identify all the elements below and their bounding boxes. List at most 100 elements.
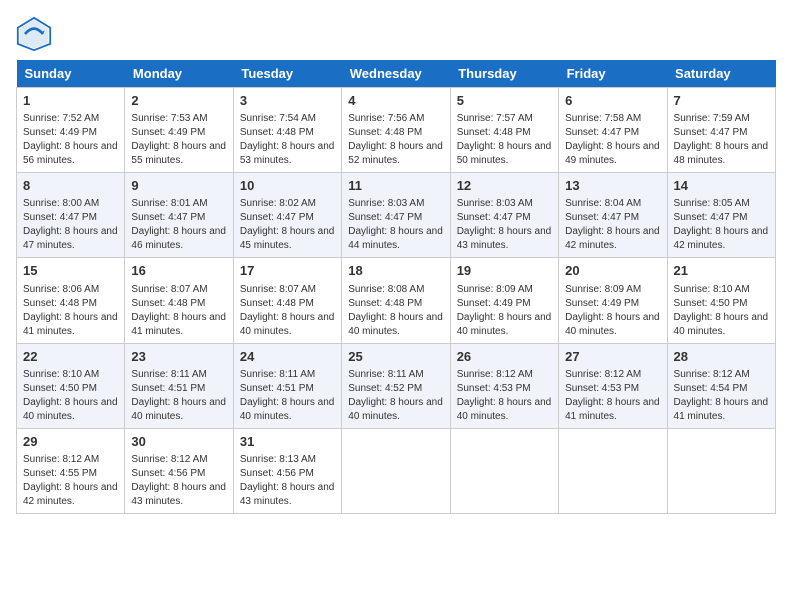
sunrise-text: Sunrise: 8:12 AM: [23, 453, 118, 467]
day-number: 31: [240, 433, 335, 451]
day-number: 7: [674, 92, 769, 110]
sunset-text: Sunset: 4:49 PM: [565, 297, 660, 311]
day-number: 22: [23, 348, 118, 366]
day-number: 27: [565, 348, 660, 366]
sunset-text: Sunset: 4:56 PM: [131, 467, 226, 481]
day-number: 28: [674, 348, 769, 366]
logo-icon: [16, 16, 52, 52]
daylight-text: Daylight: 8 hours and 56 minutes.: [23, 140, 118, 168]
day-number: 1: [23, 92, 118, 110]
daylight-text: Daylight: 8 hours and 40 minutes.: [457, 311, 552, 339]
daylight-text: Daylight: 8 hours and 52 minutes.: [348, 140, 443, 168]
day-number: 3: [240, 92, 335, 110]
daylight-text: Daylight: 8 hours and 53 minutes.: [240, 140, 335, 168]
daylight-text: Daylight: 8 hours and 42 minutes.: [23, 481, 118, 509]
day-number: 25: [348, 348, 443, 366]
daylight-text: Daylight: 8 hours and 40 minutes.: [348, 311, 443, 339]
calendar-header: SundayMondayTuesdayWednesdayThursdayFrid…: [17, 60, 776, 88]
day-cell: 9Sunrise: 8:01 AMSunset: 4:47 PMDaylight…: [125, 173, 233, 258]
daylight-text: Daylight: 8 hours and 43 minutes.: [457, 225, 552, 253]
sunset-text: Sunset: 4:49 PM: [23, 126, 118, 140]
day-number: 26: [457, 348, 552, 366]
day-cell: 26Sunrise: 8:12 AMSunset: 4:53 PMDayligh…: [450, 343, 558, 428]
sunset-text: Sunset: 4:49 PM: [457, 297, 552, 311]
sunrise-text: Sunrise: 8:11 AM: [240, 368, 335, 382]
day-number: 18: [348, 262, 443, 280]
sunset-text: Sunset: 4:56 PM: [240, 467, 335, 481]
header-sunday: Sunday: [17, 60, 125, 88]
day-number: 8: [23, 177, 118, 195]
sunset-text: Sunset: 4:47 PM: [23, 211, 118, 225]
sunrise-text: Sunrise: 8:11 AM: [131, 368, 226, 382]
day-cell: 30Sunrise: 8:12 AMSunset: 4:56 PMDayligh…: [125, 428, 233, 513]
day-cell: 15Sunrise: 8:06 AMSunset: 4:48 PMDayligh…: [17, 258, 125, 343]
day-number: 4: [348, 92, 443, 110]
day-number: 10: [240, 177, 335, 195]
day-cell: 7Sunrise: 7:59 AMSunset: 4:47 PMDaylight…: [667, 88, 775, 173]
day-cell: 2Sunrise: 7:53 AMSunset: 4:49 PMDaylight…: [125, 88, 233, 173]
sunrise-text: Sunrise: 8:10 AM: [674, 283, 769, 297]
sunrise-text: Sunrise: 7:57 AM: [457, 112, 552, 126]
day-number: 19: [457, 262, 552, 280]
sunset-text: Sunset: 4:48 PM: [348, 297, 443, 311]
sunset-text: Sunset: 4:47 PM: [348, 211, 443, 225]
day-cell: 12Sunrise: 8:03 AMSunset: 4:47 PMDayligh…: [450, 173, 558, 258]
sunset-text: Sunset: 4:48 PM: [457, 126, 552, 140]
sunrise-text: Sunrise: 8:12 AM: [131, 453, 226, 467]
day-cell: 4 Sunrise: 7:56 AMSunset: 4:48 PMDaylight…: [342, 88, 450, 173]
day-cell: 28Sunrise: 8:12 AMSunset: 4:54 PMDayligh…: [667, 343, 775, 428]
day-cell: 11Sunrise: 8:03 AMSunset: 4:47 PMDayligh…: [342, 173, 450, 258]
header-thursday: Thursday: [450, 60, 558, 88]
sunrise-text: Sunrise: 8:12 AM: [674, 368, 769, 382]
day-cell: 20Sunrise: 8:09 AMSunset: 4:49 PMDayligh…: [559, 258, 667, 343]
week-row-2: 8Sunrise: 8:00 AMSunset: 4:47 PMDaylight…: [17, 173, 776, 258]
daylight-text: Daylight: 8 hours and 40 minutes.: [23, 396, 118, 424]
day-cell: 31Sunrise: 8:13 AMSunset: 4:56 PMDayligh…: [233, 428, 341, 513]
day-cell: 29Sunrise: 8:12 AMSunset: 4:55 PMDayligh…: [17, 428, 125, 513]
daylight-text: Daylight: 8 hours and 50 minutes.: [457, 140, 552, 168]
daylight-text: Daylight: 8 hours and 40 minutes.: [240, 311, 335, 339]
day-cell: 27Sunrise: 8:12 AMSunset: 4:53 PMDayligh…: [559, 343, 667, 428]
calendar-table: SundayMondayTuesdayWednesdayThursdayFrid…: [16, 60, 776, 514]
week-row-5: 29Sunrise: 8:12 AMSunset: 4:55 PMDayligh…: [17, 428, 776, 513]
day-cell: 3Sunrise: 7:54 AMSunset: 4:48 PMDaylight…: [233, 88, 341, 173]
sunrise-text: Sunrise: 8:00 AM: [23, 197, 118, 211]
day-number: 2: [131, 92, 226, 110]
sunrise-text: Sunrise: 7:56 AM: [348, 112, 443, 126]
day-number: 20: [565, 262, 660, 280]
daylight-text: Daylight: 8 hours and 43 minutes.: [240, 481, 335, 509]
sunset-text: Sunset: 4:50 PM: [674, 297, 769, 311]
calendar-body: 1Sunrise: 7:52 AMSunset: 4:49 PMDaylight…: [17, 88, 776, 514]
sunrise-text: Sunrise: 7:52 AM: [23, 112, 118, 126]
sunset-text: Sunset: 4:47 PM: [131, 211, 226, 225]
sunrise-text: Sunrise: 8:04 AM: [565, 197, 660, 211]
day-cell: 18Sunrise: 8:08 AMSunset: 4:48 PMDayligh…: [342, 258, 450, 343]
sunset-text: Sunset: 4:54 PM: [674, 382, 769, 396]
sunset-text: Sunset: 4:53 PM: [457, 382, 552, 396]
day-cell: 25Sunrise: 8:11 AMSunset: 4:52 PMDayligh…: [342, 343, 450, 428]
day-cell: [667, 428, 775, 513]
day-cell: 19Sunrise: 8:09 AMSunset: 4:49 PMDayligh…: [450, 258, 558, 343]
sunrise-text: Sunrise: 8:07 AM: [240, 283, 335, 297]
day-number: 24: [240, 348, 335, 366]
sunset-text: Sunset: 4:52 PM: [348, 382, 443, 396]
day-cell: 10Sunrise: 8:02 AMSunset: 4:47 PMDayligh…: [233, 173, 341, 258]
daylight-text: Daylight: 8 hours and 41 minutes.: [565, 396, 660, 424]
day-cell: 8 Sunrise: 8:00 AMSunset: 4:47 PMDaylight…: [17, 173, 125, 258]
daylight-text: Daylight: 8 hours and 40 minutes.: [240, 396, 335, 424]
sunset-text: Sunset: 4:48 PM: [348, 126, 443, 140]
day-cell: [342, 428, 450, 513]
sunset-text: Sunset: 4:47 PM: [240, 211, 335, 225]
sunset-text: Sunset: 4:47 PM: [674, 211, 769, 225]
day-number: 11: [348, 177, 443, 195]
daylight-text: Daylight: 8 hours and 42 minutes.: [674, 225, 769, 253]
day-number: 13: [565, 177, 660, 195]
header: [16, 16, 776, 52]
sunrise-text: Sunrise: 8:01 AM: [131, 197, 226, 211]
day-cell: 23Sunrise: 8:11 AMSunset: 4:51 PMDayligh…: [125, 343, 233, 428]
day-cell: 17Sunrise: 8:07 AMSunset: 4:48 PMDayligh…: [233, 258, 341, 343]
logo: [16, 16, 56, 52]
day-number: 14: [674, 177, 769, 195]
sunset-text: Sunset: 4:51 PM: [240, 382, 335, 396]
daylight-text: Daylight: 8 hours and 47 minutes.: [23, 225, 118, 253]
